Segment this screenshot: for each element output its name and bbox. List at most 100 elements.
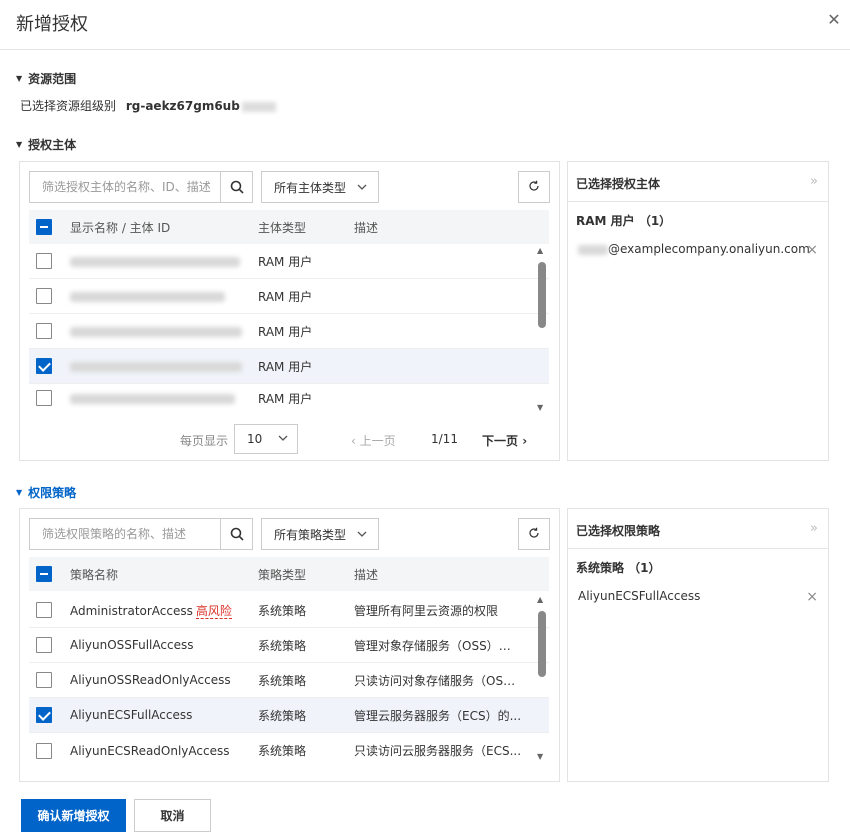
row-checkbox[interactable] <box>36 288 52 304</box>
selected-panel-header: 已选择权限策略 » <box>568 509 828 549</box>
caret-down-icon: ▼ <box>16 140 23 149</box>
principal-list-panel: 所有主体类型 显示名称 / 主体 ID 主体类型 描述 RAM 用户 RAM 用… <box>19 161 560 461</box>
table-row[interactable]: AliyunOSSFullAccess 系统策略 管理对象存储服务（OSS）权限 <box>29 628 549 663</box>
page-count: 1/11 <box>431 432 458 446</box>
refresh-button[interactable] <box>518 171 550 203</box>
double-chevron-right-icon[interactable]: » <box>810 174 818 189</box>
confirm-button[interactable]: 确认新增授权 <box>21 799 126 832</box>
scroll-up-icon[interactable]: ▲ <box>537 246 543 255</box>
policy-type: 系统策略 <box>258 708 307 723</box>
select-all-checkbox[interactable] <box>36 219 52 235</box>
section-title: 授权主体 <box>28 138 77 152</box>
section-policy[interactable]: ▼ 权限策略 <box>16 484 76 501</box>
column-header: 主体类型 <box>258 220 307 235</box>
principal-name-redacted <box>70 289 225 303</box>
cancel-button[interactable]: 取消 <box>134 799 211 832</box>
remove-icon[interactable]: × <box>806 242 818 258</box>
section-principal[interactable]: ▼ 授权主体 <box>16 136 76 153</box>
column-header: 显示名称 / 主体 ID <box>70 220 171 235</box>
principal-name-redacted <box>70 391 235 405</box>
policy-name: AliyunOSSReadOnlyAccess <box>70 673 231 687</box>
table-row[interactable]: RAM 用户 <box>29 384 549 412</box>
row-checkbox[interactable] <box>36 390 52 406</box>
search-icon[interactable] <box>220 519 252 549</box>
caret-down-icon: ▼ <box>16 74 23 83</box>
table-row[interactable]: RAM 用户 <box>29 279 549 314</box>
table-header: 策略名称 策略类型 描述 <box>29 557 549 591</box>
search-icon[interactable] <box>220 172 252 202</box>
prev-page-button[interactable]: ‹ 上一页 <box>351 432 396 449</box>
row-checkbox[interactable] <box>36 672 52 688</box>
page-size-select[interactable]: 10 <box>234 424 298 454</box>
selected-principal-item: @examplecompany.onaliyun.com <box>578 242 810 256</box>
row-checkbox[interactable] <box>36 707 52 723</box>
selected-principal-email: @examplecompany.onaliyun.com <box>608 242 810 256</box>
section-title: 权限策略 <box>28 486 77 500</box>
chevron-down-icon <box>356 181 368 196</box>
section-resource-scope[interactable]: ▼ 资源范围 <box>16 70 76 87</box>
refresh-button[interactable] <box>518 518 550 550</box>
row-checkbox[interactable] <box>36 742 52 759</box>
table-row[interactable]: RAM 用户 <box>29 244 549 279</box>
policy-type: 系统策略 <box>258 603 307 618</box>
selected-policy-panel: 已选择权限策略 » 系统策略 （1） AliyunECSFullAccess × <box>567 508 829 782</box>
scroll-thumb[interactable] <box>538 262 546 328</box>
policy-type-select[interactable]: 所有策略类型 <box>261 518 379 550</box>
selected-principal-panel: 已选择授权主体 » RAM 用户 （1） @examplecompany.ona… <box>567 161 829 461</box>
policy-desc: 管理所有阿里云资源的权限 <box>354 603 499 618</box>
selected-policy-item: AliyunECSFullAccess <box>578 589 701 603</box>
page-size-value: 10 <box>247 432 263 446</box>
table-row[interactable]: AliyunOSSReadOnlyAccess 系统策略 只读访问对象存储服务（… <box>29 663 549 698</box>
policy-search-input[interactable] <box>30 519 220 549</box>
scrollbar[interactable]: ▲ ▼ <box>535 595 549 761</box>
scrollbar[interactable]: ▲ ▼ <box>535 246 549 412</box>
policy-name: AliyunECSFullAccess <box>70 708 193 722</box>
risk-badge[interactable]: 高风险 <box>195 603 232 619</box>
caret-down-icon: ▼ <box>16 488 23 497</box>
row-checkbox[interactable] <box>36 358 52 374</box>
next-label: 下一页 <box>482 434 519 448</box>
principal-name-redacted <box>70 324 242 338</box>
column-header: 策略名称 <box>70 567 119 582</box>
principal-type: RAM 用户 <box>258 324 313 339</box>
select-value: 所有策略类型 <box>274 527 347 542</box>
table-row[interactable]: RAM 用户 <box>29 349 549 384</box>
row-checkbox[interactable] <box>36 637 52 653</box>
column-header: 策略类型 <box>258 567 307 582</box>
column-header: 描述 <box>354 220 379 235</box>
principal-type: RAM 用户 <box>258 391 313 406</box>
principal-type: RAM 用户 <box>258 289 313 304</box>
scroll-down-icon[interactable]: ▼ <box>537 752 543 761</box>
policy-desc: 只读访问对象存储服务（OSS... <box>354 673 522 688</box>
next-page-button[interactable]: 下一页 › <box>482 432 527 449</box>
policy-name: AdministratorAccess <box>70 603 193 618</box>
resource-group-id: rg-aekz67gm6ub <box>125 99 240 113</box>
scroll-down-icon[interactable]: ▼ <box>537 403 543 412</box>
remove-icon[interactable]: × <box>806 589 818 605</box>
policy-type: 系统策略 <box>258 744 307 758</box>
principal-type: RAM 用户 <box>258 359 313 374</box>
table-row[interactable]: AliyunECSFullAccess 系统策略 管理云服务器服务（ECS）的.… <box>29 698 549 733</box>
row-checkbox[interactable] <box>36 323 52 339</box>
select-all-checkbox[interactable] <box>36 566 52 582</box>
close-icon[interactable]: ✕ <box>824 10 844 30</box>
chevron-down-icon <box>356 528 368 543</box>
dialog-header: 新增授权 ✕ <box>0 0 850 50</box>
scroll-up-icon[interactable]: ▲ <box>537 595 543 604</box>
principal-type-select[interactable]: 所有主体类型 <box>261 171 379 203</box>
double-chevron-right-icon[interactable]: » <box>810 521 818 536</box>
policy-search <box>29 518 253 550</box>
principal-name-redacted <box>70 254 240 268</box>
table-row[interactable]: AliyunECSReadOnlyAccess 系统策略 只读访问云服务器服务（… <box>29 733 549 768</box>
policy-desc: 管理对象存储服务（OSS）权限 <box>354 638 522 653</box>
selected-panel-title: 已选择权限策略 <box>576 524 661 538</box>
table-row[interactable]: AdministratorAccess 高风险 系统策略 管理所有阿里云资源的权限 <box>29 593 549 628</box>
row-checkbox[interactable] <box>36 602 52 618</box>
dialog-title: 新增授权 <box>16 14 88 35</box>
policy-desc: 管理云服务器服务（ECS）的... <box>354 708 522 723</box>
principal-search-input[interactable] <box>30 172 220 202</box>
table-row[interactable]: RAM 用户 <box>29 314 549 349</box>
row-checkbox[interactable] <box>36 253 52 269</box>
table-header: 显示名称 / 主体 ID 主体类型 描述 <box>29 210 549 244</box>
scroll-thumb[interactable] <box>538 611 546 677</box>
